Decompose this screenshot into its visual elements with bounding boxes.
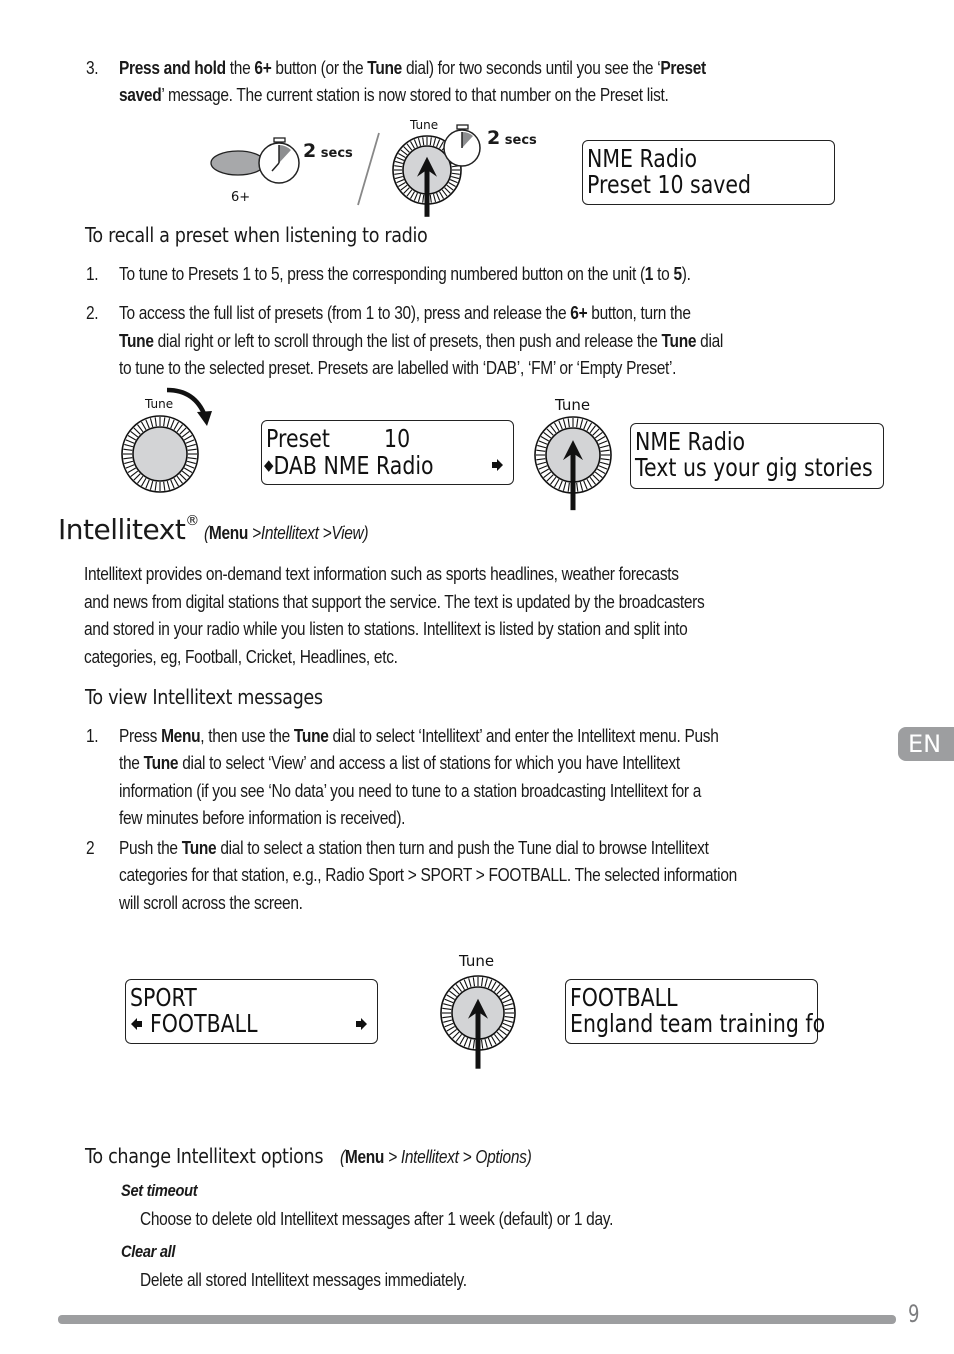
emphasis: Press and hold [119,58,226,78]
right-arrow-icon [492,459,503,471]
language-tab[interactable]: EN [898,727,954,761]
dial-label: Tune [410,118,439,132]
option-title: Clear all [121,1242,176,1261]
step-3-line-1: Press and hold the 6+ button (or the Tun… [119,58,706,78]
view-item-1-line-1: Press Menu, then use the Tune dial to se… [119,726,719,746]
option-description: Choose to delete old Intellitext message… [140,1209,614,1229]
view-heading: To view Intellitext messages [85,685,323,709]
view-item-2-line-1: Push the Tune dial to select a station t… [119,838,709,858]
intellitext-heading: Intellitext® (Menu >Intellitext >View) [58,513,369,546]
recall-item-2-number: 2. [86,303,99,323]
step-3-line-2: saved’ message. The current station is n… [119,85,669,105]
menu-path: (Menu >Intellitext >View) [203,523,369,543]
tune-dial-push-icon [440,975,516,1069]
divider-slash [357,132,380,206]
display-line-1: Preset 10 [266,424,411,453]
recall-item-1-number: 1. [86,264,99,284]
stopwatch-icon [443,124,481,167]
display-line-1: SPORT [130,983,197,1012]
timer-label: 2 secs [487,127,537,149]
display-line-1: FOOTBALL [570,983,678,1012]
view-item-2-number: 2 [86,838,95,858]
view-item-2-line-2: categories for that station, e.g., Radio… [119,865,737,885]
display-line-1: NME Radio [587,144,698,173]
display-line-2: Preset 10 saved [587,170,752,199]
footer-bar [58,1315,896,1324]
lcd-display: NME Radio Preset 10 saved [582,140,835,205]
intellitext-description: Intellitext provides on-demand text info… [84,564,705,667]
menu-path: (Menu > Intellitext > Options) [340,1147,532,1167]
left-arrow-icon [131,1018,142,1030]
lcd-display: NME Radio Text us your gig stories [630,423,884,489]
lcd-display-category: SPORT FOOTBALL [125,979,378,1044]
recall-item-2-line-3: to tune to the selected preset. Presets … [119,358,677,378]
button-6plus-label: 6+ [231,190,251,205]
view-item-2-line-3: will scroll across the screen. [119,893,303,913]
recall-heading: To recall a preset when listening to rad… [85,223,428,247]
recall-item-1: To tune to Presets 1 to 5, press the cor… [119,264,691,284]
dial-label: Tune [459,952,495,970]
lcd-display: FOOTBALL England team training fo [565,979,825,1044]
options-heading: To change Intellitext options (Menu > In… [85,1144,563,1172]
section-title: Intellitext [58,513,186,546]
tune-dial-icon [121,415,199,493]
right-arrow-icon [356,1018,367,1030]
view-item-1-line-4: few minutes before information is receiv… [119,808,406,828]
display-line-2: FOOTBALL [150,1009,258,1038]
dial-label: Tune [555,396,591,414]
lcd-display-preset: Preset 10 ◆DAB NME Radio [261,420,514,485]
page-number: 9 [908,1300,920,1328]
view-item-1-line-2: the Tune dial to select ‘View’ and acces… [119,753,680,773]
left-arrow-icon [264,459,278,473]
display-line-2: Text us your gig stories [635,453,873,482]
view-item-1-line-3: information (if you see ‘No data’ you ne… [119,781,702,801]
display-line-1: NME Radio [635,427,746,456]
recall-item-2-line-1: To access the full list of presets (from… [119,303,691,323]
display-line-2: England team training fo [570,1009,826,1038]
tune-dial-push-icon [534,416,612,511]
view-item-1-number: 1. [86,726,99,746]
display-line-2: ◆DAB NME Radio [264,451,434,480]
timer-label: 2 secs [303,140,353,162]
step-3-number: 3. [86,58,99,78]
stopwatch-icon [258,137,300,184]
option-description: Delete all stored Intellitext messages i… [140,1270,467,1290]
option-title: Set timeout [121,1181,198,1200]
recall-item-2-line-2: Tune dial right or left to scroll throug… [119,331,724,351]
